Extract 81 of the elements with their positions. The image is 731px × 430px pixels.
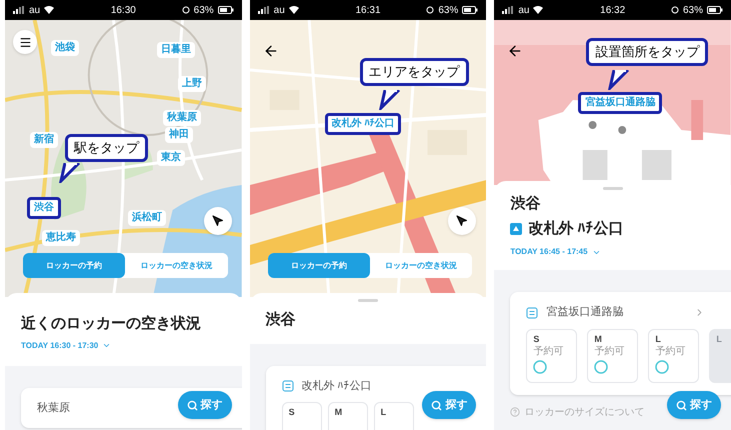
- availability-label: 予約可: [594, 346, 626, 358]
- station-marker[interactable]: 上野: [178, 76, 206, 92]
- size-label: L: [655, 334, 662, 344]
- station-marker[interactable]: 池袋: [51, 40, 79, 56]
- location-name: 宮益坂口通路脇: [546, 304, 624, 320]
- station-marker[interactable]: 日暮里: [157, 42, 195, 58]
- locker-icon: [526, 306, 538, 318]
- drag-handle[interactable]: [602, 186, 623, 190]
- station-marker[interactable]: 秋葉原: [163, 110, 201, 126]
- clock: 16:32: [600, 4, 626, 18]
- battery-icon: [707, 6, 723, 14]
- location-name: 秋葉原: [37, 400, 70, 416]
- callout-pointer: [57, 163, 81, 183]
- availability-label: 予約可: [533, 346, 564, 358]
- navigation-arrow-icon: [212, 215, 224, 227]
- mode-tab[interactable]: ロッカーの予約: [23, 253, 126, 278]
- callout-pointer: [606, 70, 630, 90]
- battery-percent: 63%: [194, 4, 214, 18]
- station-marker[interactable]: 改札外 ﾊﾁ公口: [324, 113, 402, 135]
- station-marker[interactable]: 渋谷: [27, 197, 61, 219]
- sheet-title: 渋谷: [266, 311, 297, 330]
- mode-tab[interactable]: ロッカーの予約: [268, 253, 370, 278]
- station-marker[interactable]: 新宿: [30, 132, 58, 148]
- size-info-link[interactable]: ロッカーのサイズについて: [524, 404, 644, 420]
- station-marker[interactable]: 恵比寿: [42, 230, 80, 246]
- navigation-arrow-icon: [456, 215, 468, 227]
- carrier-label: au: [518, 4, 530, 18]
- station-marker[interactable]: 宮益坂口通路脇: [578, 92, 662, 114]
- wifi-icon: [288, 6, 299, 14]
- search-button[interactable]: 探す: [667, 391, 722, 419]
- available-circle-icon: [533, 360, 548, 374]
- menu-icon: [18, 36, 32, 48]
- station-marker[interactable]: 神田: [165, 127, 193, 143]
- signal-icon: [13, 6, 25, 14]
- back-arrow-icon: [262, 43, 279, 59]
- size-label: L: [716, 334, 723, 344]
- size-option[interactable]: L: [374, 402, 414, 430]
- location-name: 改札外 ﾊﾁ公口: [302, 378, 372, 394]
- search-icon: [676, 400, 688, 410]
- size-option[interactable]: S 予約可: [526, 328, 578, 383]
- size-label: M: [594, 334, 603, 344]
- battery-icon: [218, 6, 234, 14]
- callout: 設置箇所をタップ: [586, 38, 708, 66]
- size-option[interactable]: M: [328, 402, 368, 430]
- signal-icon: [502, 6, 514, 14]
- locker-badge-icon: [510, 223, 522, 235]
- availability-label: 予約可: [655, 346, 686, 358]
- time-range-selector[interactable]: TODAY 16:45 - 17:45: [510, 246, 716, 258]
- wifi-icon: [533, 6, 544, 14]
- callout-pointer: [376, 90, 401, 110]
- station-marker[interactable]: 浜松町: [128, 210, 166, 226]
- sheet-title: 渋谷: [510, 195, 542, 214]
- battery-icon: [462, 6, 478, 14]
- carrier-label: au: [274, 4, 285, 18]
- drag-handle[interactable]: [358, 298, 378, 302]
- locker-icon: [282, 380, 294, 392]
- size-label: S: [288, 408, 296, 418]
- size-option[interactable]: M 予約可: [587, 328, 638, 383]
- wifi-icon: [44, 6, 54, 14]
- size-label: S: [533, 334, 540, 344]
- time-range-selector[interactable]: TODAY 16:30 - 17:30: [21, 340, 226, 352]
- station-marker[interactable]: 東京: [157, 150, 185, 166]
- search-icon: [186, 400, 198, 410]
- battery-percent: 63%: [682, 4, 703, 18]
- size-option[interactable]: S: [282, 402, 322, 430]
- help-icon: [510, 407, 520, 418]
- available-circle-icon: [594, 360, 608, 374]
- size-label: L: [380, 408, 388, 418]
- signal-icon: [258, 6, 270, 14]
- size-option[interactable]: L 予約可: [648, 328, 700, 383]
- clock: 16:31: [355, 4, 381, 18]
- available-circle-icon: [655, 360, 670, 374]
- search-button[interactable]: 探す: [422, 391, 476, 419]
- battery-percent: 63%: [438, 4, 458, 18]
- callout: エリアをタップ: [360, 58, 469, 86]
- locker-area-name: 改札外 ﾊﾁ公口: [528, 218, 624, 239]
- carrier-label: au: [29, 4, 40, 18]
- search-icon: [431, 400, 442, 410]
- clock: 16:30: [110, 4, 136, 18]
- size-label: M: [334, 408, 344, 418]
- sheet-title: 近くのロッカーの空き状況: [21, 315, 202, 334]
